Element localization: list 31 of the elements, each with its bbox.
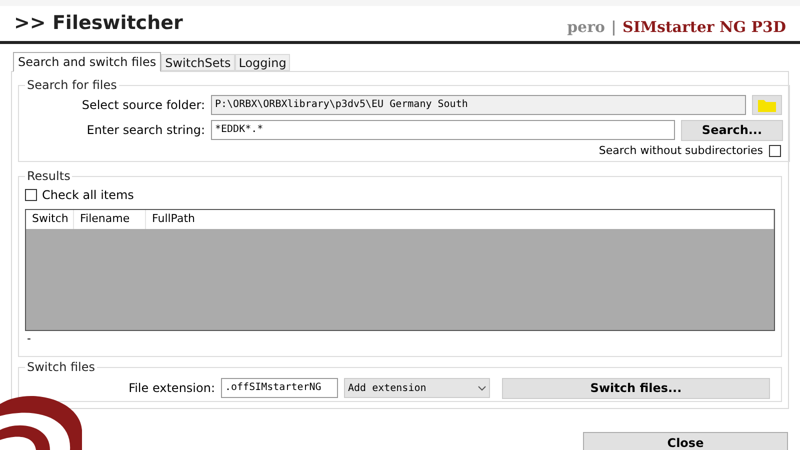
tab[interactable]: Logging [234, 54, 290, 71]
page-title: >> Fileswitcher [14, 11, 183, 36]
checkbox-label: Search without subdirectories [598, 142, 763, 159]
group-title: Search for files [26, 77, 118, 94]
folder-field[interactable]: P:\ORBX\ORBXlibrary\p3dv5\EU Germany South [211, 95, 746, 115]
caret-icon [478, 386, 486, 390]
search-button[interactable]: Search... [681, 120, 783, 140]
folder-icon [758, 98, 776, 112]
checkbox-label: Check all items [42, 187, 134, 204]
group-title: Results [26, 168, 72, 185]
switch-files-button[interactable]: Switch files... [502, 378, 770, 398]
extension-field[interactable]: .offSIMstarterNG [221, 378, 338, 398]
tab[interactable]: Search and switch files [13, 52, 162, 72]
column-header[interactable]: Switch [26, 210, 74, 229]
results-list[interactable]: Switch Filename FullPath [25, 209, 775, 331]
tab[interactable]: SwitchSets [161, 54, 235, 71]
column-header[interactable]: FullPath [146, 210, 774, 229]
checkbox[interactable] [769, 145, 781, 157]
separator-text: | [611, 17, 616, 38]
mode-dropdown[interactable]: Add extension [344, 378, 490, 398]
column-header[interactable]: Filename [74, 210, 146, 229]
close-button[interactable]: Close [583, 432, 788, 450]
status-text: - [26, 331, 32, 347]
field-label: File extension: [128, 380, 216, 397]
user-name: pero [567, 17, 606, 38]
checkbox[interactable] [25, 189, 37, 201]
product-name: SIMstarter NG P3D [622, 17, 786, 38]
search-string-field[interactable]: *EDDK*.* [211, 120, 675, 140]
field-label: Select source folder: [80, 97, 206, 114]
group-title: Switch files [26, 359, 96, 376]
field-label: Enter search string: [86, 122, 206, 139]
